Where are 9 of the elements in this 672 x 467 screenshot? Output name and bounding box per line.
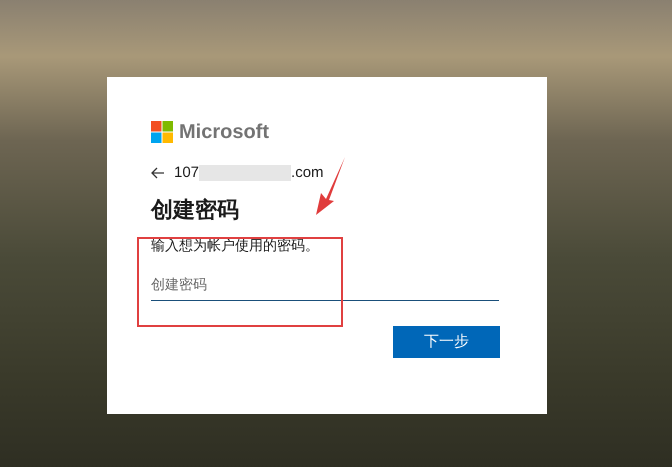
password-field[interactable]: 创建密码 (151, 268, 499, 301)
page-title: 创建密码 (151, 196, 240, 224)
brand-name: Microsoft (179, 120, 269, 145)
email-text: .com (291, 162, 324, 183)
next-button[interactable]: 下一步 (393, 326, 500, 358)
windows-logo-icon (151, 121, 173, 143)
email-text: 107 (174, 162, 200, 183)
back-arrow-icon[interactable] (151, 166, 165, 180)
description-text: 输入想为帐户使用的密码。 (151, 236, 320, 255)
